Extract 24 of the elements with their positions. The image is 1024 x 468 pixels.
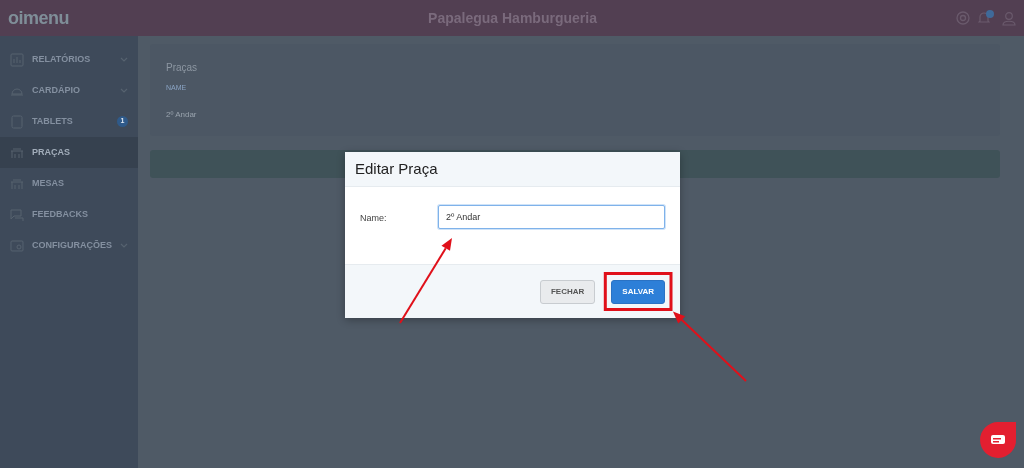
chat-bubbles-icon [10, 207, 24, 222]
settings-icon[interactable] [956, 11, 970, 25]
highlight-frame [603, 272, 673, 311]
sidebar-item[interactable]: PRAÇAS [0, 137, 138, 168]
save-button[interactable]: SALVAR [611, 279, 665, 304]
name-field[interactable]: 2º Andar [438, 205, 665, 229]
chevron-icon [120, 56, 128, 63]
sidebar-item[interactable]: FEEDBACKS [0, 199, 138, 230]
table-cell-text: 2º Andar [166, 109, 198, 120]
logo[interactable]: oimenu [8, 4, 69, 32]
chevron-icon [120, 242, 128, 249]
dialog-title: Editar Praça [355, 158, 438, 179]
sidebar-item[interactable]: MESAS [0, 168, 138, 199]
sidebar-item[interactable]: CONFIGURAÇÕES [0, 230, 138, 261]
field-label: Name: [360, 212, 388, 225]
sidebar-item[interactable]: RELATÓRIOS [0, 44, 138, 75]
close-button[interactable]: FECHAR [539, 279, 596, 304]
sidebar-item[interactable]: CARDÁPIO [0, 75, 138, 106]
table-icon [10, 145, 24, 160]
user-icon[interactable] [1002, 10, 1016, 26]
card-title: Praças [166, 61, 199, 75]
bell-icon[interactable] [978, 11, 990, 25]
chat-button[interactable] [978, 421, 1018, 459]
chevron-icon [120, 87, 128, 94]
